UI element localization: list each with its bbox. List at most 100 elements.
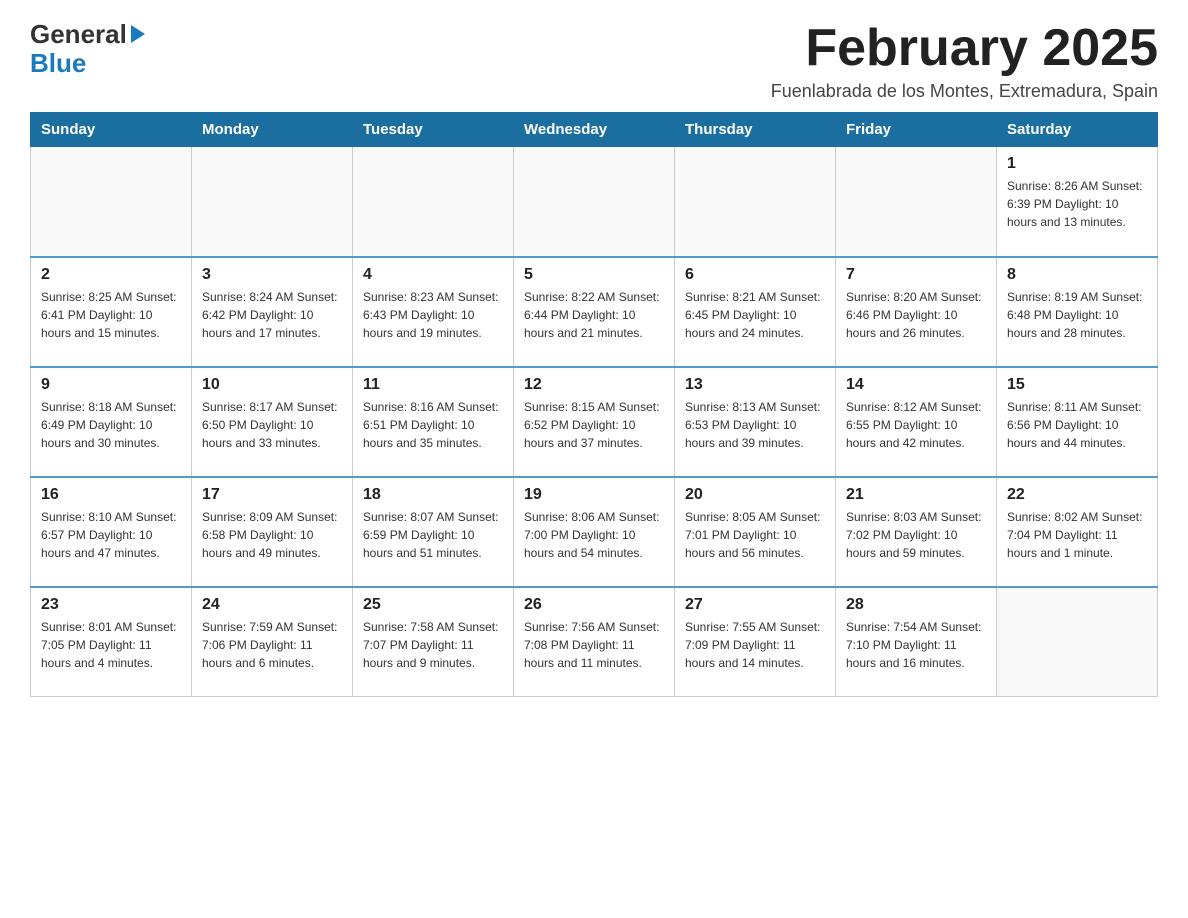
day-info: Sunrise: 8:21 AM Sunset: 6:45 PM Dayligh…	[685, 288, 825, 342]
calendar-day-cell	[514, 147, 675, 257]
day-number: 19	[524, 486, 664, 504]
calendar-day-cell	[353, 147, 514, 257]
calendar-day-cell: 10 Sunrise: 8:17 AM Sunset: 6:50 PM Dayli…	[192, 367, 353, 477]
month-title: February 2025	[771, 20, 1158, 77]
day-number: 25	[363, 596, 503, 614]
day-number: 13	[685, 376, 825, 394]
day-number: 15	[1007, 376, 1147, 394]
day-number: 22	[1007, 486, 1147, 504]
day-number: 9	[41, 376, 181, 394]
day-number: 28	[846, 596, 986, 614]
calendar-day-cell: 2 Sunrise: 8:25 AM Sunset: 6:41 PM Daylig…	[31, 257, 192, 367]
calendar-week-4: 16Sunrise: 8:10 AM Sunset: 6:57 PM Dayli…	[31, 477, 1158, 587]
logo-blue-text: Blue	[30, 49, 86, 78]
logo-triangle-icon	[131, 25, 145, 43]
weekday-header-thursday: Thursday	[675, 113, 836, 147]
day-info: Sunrise: 8:01 AM Sunset: 7:05 PM Dayligh…	[41, 618, 181, 672]
day-info: Sunrise: 8:05 AM Sunset: 7:01 PM Dayligh…	[685, 508, 825, 562]
day-number: 16	[41, 486, 181, 504]
calendar-day-cell: 11Sunrise: 8:16 AM Sunset: 6:51 PM Dayli…	[353, 367, 514, 477]
calendar-table: SundayMondayTuesdayWednesdayThursdayFrid…	[30, 112, 1158, 697]
calendar-day-cell	[997, 587, 1158, 697]
calendar-week-2: 2 Sunrise: 8:25 AM Sunset: 6:41 PM Daylig…	[31, 257, 1158, 367]
calendar-day-cell: 22 Sunrise: 8:02 AM Sunset: 7:04 PM Dayli…	[997, 477, 1158, 587]
day-info: Sunrise: 8:02 AM Sunset: 7:04 PM Dayligh…	[1007, 508, 1147, 562]
calendar-day-cell	[192, 147, 353, 257]
day-info: Sunrise: 8:09 AM Sunset: 6:58 PM Dayligh…	[202, 508, 342, 562]
day-info: Sunrise: 8:17 AM Sunset: 6:50 PM Dayligh…	[202, 398, 342, 452]
calendar-day-cell: 3 Sunrise: 8:24 AM Sunset: 6:42 PM Daylig…	[192, 257, 353, 367]
calendar-day-cell: 7Sunrise: 8:20 AM Sunset: 6:46 PM Daylig…	[836, 257, 997, 367]
weekday-header-monday: Monday	[192, 113, 353, 147]
weekday-header-tuesday: Tuesday	[353, 113, 514, 147]
calendar-day-cell: 1 Sunrise: 8:26 AM Sunset: 6:39 PM Daylig…	[997, 147, 1158, 257]
calendar-week-3: 9 Sunrise: 8:18 AM Sunset: 6:49 PM Daylig…	[31, 367, 1158, 477]
day-number: 26	[524, 596, 664, 614]
calendar-day-cell: 5 Sunrise: 8:22 AM Sunset: 6:44 PM Daylig…	[514, 257, 675, 367]
calendar-day-cell: 12Sunrise: 8:15 AM Sunset: 6:52 PM Dayli…	[514, 367, 675, 477]
day-info: Sunrise: 8:24 AM Sunset: 6:42 PM Dayligh…	[202, 288, 342, 342]
day-number: 2	[41, 266, 181, 284]
day-number: 23	[41, 596, 181, 614]
day-info: Sunrise: 8:26 AM Sunset: 6:39 PM Dayligh…	[1007, 177, 1147, 231]
calendar-day-cell: 8 Sunrise: 8:19 AM Sunset: 6:48 PM Daylig…	[997, 257, 1158, 367]
day-number: 10	[202, 376, 342, 394]
weekday-header-wednesday: Wednesday	[514, 113, 675, 147]
day-info: Sunrise: 8:06 AM Sunset: 7:00 PM Dayligh…	[524, 508, 664, 562]
day-info: Sunrise: 8:25 AM Sunset: 6:41 PM Dayligh…	[41, 288, 181, 342]
calendar-day-cell: 15 Sunrise: 8:11 AM Sunset: 6:56 PM Dayli…	[997, 367, 1158, 477]
day-number: 3	[202, 266, 342, 284]
logo-general-text: General	[30, 20, 127, 49]
day-number: 24	[202, 596, 342, 614]
title-block: February 2025 Fuenlabrada de los Montes,…	[771, 20, 1158, 102]
calendar-day-cell: 13 Sunrise: 8:13 AM Sunset: 6:53 PM Dayli…	[675, 367, 836, 477]
day-number: 5	[524, 266, 664, 284]
calendar-day-cell: 19 Sunrise: 8:06 AM Sunset: 7:00 PM Dayli…	[514, 477, 675, 587]
weekday-header-sunday: Sunday	[31, 113, 192, 147]
calendar-week-1: 1 Sunrise: 8:26 AM Sunset: 6:39 PM Daylig…	[31, 147, 1158, 257]
calendar-day-cell: 28Sunrise: 7:54 AM Sunset: 7:10 PM Dayli…	[836, 587, 997, 697]
calendar-day-cell: 6 Sunrise: 8:21 AM Sunset: 6:45 PM Daylig…	[675, 257, 836, 367]
calendar-day-cell: 21Sunrise: 8:03 AM Sunset: 7:02 PM Dayli…	[836, 477, 997, 587]
calendar-day-cell: 24 Sunrise: 7:59 AM Sunset: 7:06 PM Dayli…	[192, 587, 353, 697]
day-number: 27	[685, 596, 825, 614]
day-info: Sunrise: 8:23 AM Sunset: 6:43 PM Dayligh…	[363, 288, 503, 342]
day-info: Sunrise: 7:56 AM Sunset: 7:08 PM Dayligh…	[524, 618, 664, 672]
weekday-header-friday: Friday	[836, 113, 997, 147]
calendar-day-cell: 17Sunrise: 8:09 AM Sunset: 6:58 PM Dayli…	[192, 477, 353, 587]
calendar-day-cell: 16Sunrise: 8:10 AM Sunset: 6:57 PM Dayli…	[31, 477, 192, 587]
calendar-day-cell: 20 Sunrise: 8:05 AM Sunset: 7:01 PM Dayli…	[675, 477, 836, 587]
weekday-header-saturday: Saturday	[997, 113, 1158, 147]
day-info: Sunrise: 8:13 AM Sunset: 6:53 PM Dayligh…	[685, 398, 825, 452]
day-info: Sunrise: 8:11 AM Sunset: 6:56 PM Dayligh…	[1007, 398, 1147, 452]
calendar-day-cell	[31, 147, 192, 257]
day-info: Sunrise: 8:19 AM Sunset: 6:48 PM Dayligh…	[1007, 288, 1147, 342]
day-info: Sunrise: 8:16 AM Sunset: 6:51 PM Dayligh…	[363, 398, 503, 452]
calendar-day-cell	[836, 147, 997, 257]
page-header: General Blue February 2025 Fuenlabrada d…	[30, 20, 1158, 102]
day-number: 20	[685, 486, 825, 504]
calendar-day-cell: 9 Sunrise: 8:18 AM Sunset: 6:49 PM Daylig…	[31, 367, 192, 477]
location-subtitle: Fuenlabrada de los Montes, Extremadura, …	[771, 81, 1158, 102]
day-number: 4	[363, 266, 503, 284]
day-number: 12	[524, 376, 664, 394]
day-info: Sunrise: 8:18 AM Sunset: 6:49 PM Dayligh…	[41, 398, 181, 452]
day-info: Sunrise: 7:59 AM Sunset: 7:06 PM Dayligh…	[202, 618, 342, 672]
day-number: 6	[685, 266, 825, 284]
day-number: 14	[846, 376, 986, 394]
day-info: Sunrise: 8:03 AM Sunset: 7:02 PM Dayligh…	[846, 508, 986, 562]
calendar-day-cell: 18Sunrise: 8:07 AM Sunset: 6:59 PM Dayli…	[353, 477, 514, 587]
day-info: Sunrise: 8:07 AM Sunset: 6:59 PM Dayligh…	[363, 508, 503, 562]
day-number: 8	[1007, 266, 1147, 284]
calendar-day-cell: 23 Sunrise: 8:01 AM Sunset: 7:05 PM Dayli…	[31, 587, 192, 697]
calendar-day-cell: 4 Sunrise: 8:23 AM Sunset: 6:43 PM Daylig…	[353, 257, 514, 367]
weekday-header-row: SundayMondayTuesdayWednesdayThursdayFrid…	[31, 113, 1158, 147]
day-number: 1	[1007, 155, 1147, 173]
day-number: 7	[846, 266, 986, 284]
calendar-day-cell: 25 Sunrise: 7:58 AM Sunset: 7:07 PM Dayli…	[353, 587, 514, 697]
day-info: Sunrise: 8:12 AM Sunset: 6:55 PM Dayligh…	[846, 398, 986, 452]
day-info: Sunrise: 7:58 AM Sunset: 7:07 PM Dayligh…	[363, 618, 503, 672]
day-info: Sunrise: 8:22 AM Sunset: 6:44 PM Dayligh…	[524, 288, 664, 342]
calendar-day-cell: 27Sunrise: 7:55 AM Sunset: 7:09 PM Dayli…	[675, 587, 836, 697]
logo: General Blue	[30, 20, 145, 77]
